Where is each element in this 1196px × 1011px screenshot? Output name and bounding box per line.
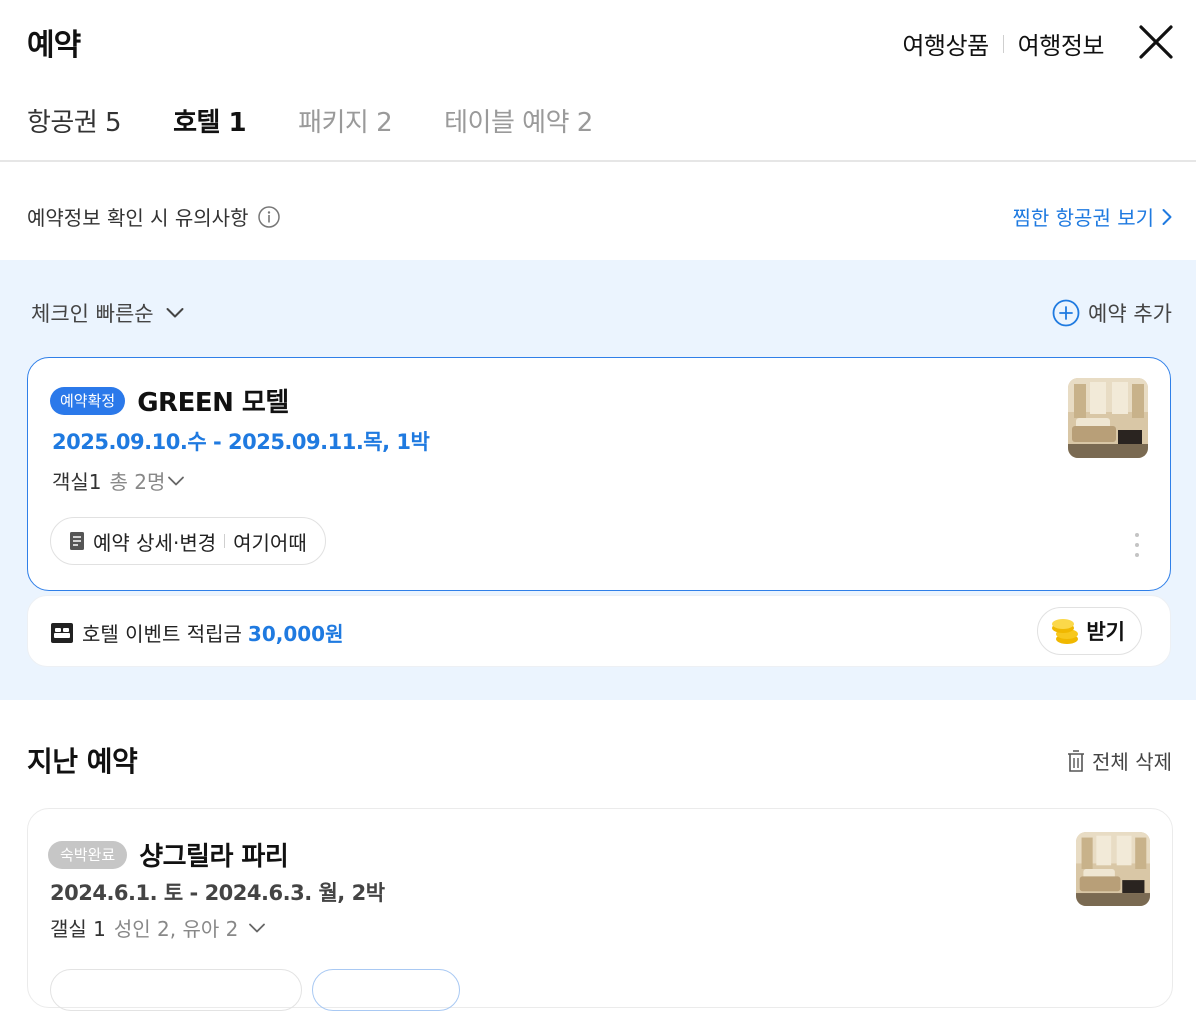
receive-reward-button[interactable]: 받기 xyxy=(1037,607,1142,655)
reservation-notice[interactable]: 예약정보 확인 시 유의사항 xyxy=(27,202,281,231)
sort-dropdown[interactable]: 체크인 빠른순 xyxy=(31,298,184,328)
tab-bar: 항공권 5 호텔 1 패키지 2 테이블 예약 2 xyxy=(27,102,645,139)
wishlist-flights-link[interactable]: 찜한 항공권 보기 xyxy=(1012,202,1172,231)
notice-text: 예약정보 확인 시 유의사항 xyxy=(27,206,249,230)
chevron-down-icon xyxy=(166,308,184,318)
guest-count: 총 2명 xyxy=(109,470,166,494)
chevron-right-icon xyxy=(1162,208,1172,225)
provider-label: 여기어때 xyxy=(233,530,307,555)
stay-dates: 2025.09.10.수 - 2025.09.11.목, 1박 xyxy=(52,430,430,454)
tab-packages[interactable]: 패키지 2 xyxy=(298,102,393,139)
reservation-detail-button[interactable]: 예약 상세·변경 여기어때 xyxy=(50,517,326,565)
hotel-thumbnail xyxy=(1068,378,1148,458)
travel-products-link[interactable]: 여행상품 xyxy=(902,26,989,61)
more-vertical-icon[interactable] xyxy=(1132,530,1142,560)
tab-divider xyxy=(0,160,1196,162)
travel-info-link[interactable]: 여행정보 xyxy=(1018,26,1105,61)
hotel-event-card: 호텔 이벤트 적립금 30,000원 받기 xyxy=(27,595,1171,667)
past-action-button[interactable] xyxy=(312,969,460,1011)
add-reservation-label: 예약 추가 xyxy=(1088,302,1172,326)
chevron-down-icon xyxy=(249,923,266,932)
delete-all-button[interactable]: 전체 삭제 xyxy=(1066,746,1172,775)
nav-divider xyxy=(1002,34,1004,53)
hotel-bed-icon xyxy=(51,622,73,643)
plus-circle-icon xyxy=(1052,299,1080,327)
hotel-name: 샹그릴라 파리 xyxy=(139,842,289,872)
page-title: 예약 xyxy=(27,28,81,63)
detail-label: 예약 상세·변경 xyxy=(93,530,217,555)
past-reservation-card[interactable]: 숙박완료 샹그릴라 파리 2024.6.1. 토 - 2024.6.3. 월, … xyxy=(27,808,1173,1011)
info-icon[interactable] xyxy=(258,205,281,228)
tab-table-reservation[interactable]: 테이블 예약 2 xyxy=(444,102,593,139)
document-icon xyxy=(70,532,84,550)
reservation-card[interactable]: 예약확정 GREEN 모텔 2025.09.10.수 - 2025.09.11.… xyxy=(27,357,1171,591)
event-info: 호텔 이벤트 적립금 30,000원 xyxy=(50,618,344,647)
sort-label: 체크인 빠른순 xyxy=(31,302,154,326)
delete-all-label: 전체 삭제 xyxy=(1092,750,1172,774)
hotel-thumbnail xyxy=(1076,832,1150,906)
guest-summary[interactable]: 객실1 총 2명 xyxy=(52,466,185,495)
past-reservations-title: 지난 예약 xyxy=(27,745,138,778)
chevron-down-icon xyxy=(168,476,185,485)
top-nav: 여행상품 여행정보 xyxy=(902,26,1104,61)
past-detail-button[interactable] xyxy=(50,969,302,1011)
close-icon[interactable] xyxy=(1138,24,1174,60)
room-count: 객실1 xyxy=(52,470,102,494)
room-count: 갤실 1 xyxy=(50,917,106,941)
status-badge: 숙박완료 xyxy=(48,840,128,869)
add-reservation-button[interactable]: 예약 추가 xyxy=(1052,298,1172,328)
event-text: 호텔 이벤트 적립금 xyxy=(82,622,242,646)
coins-icon xyxy=(1052,619,1079,644)
stay-dates: 2024.6.1. 토 - 2024.6.3. 월, 2박 xyxy=(50,881,385,905)
event-amount: 30,000원 xyxy=(247,622,344,646)
tab-hotels[interactable]: 호텔 1 xyxy=(173,102,246,139)
guest-summary[interactable]: 갤실 1 성인 2, 유아 2 xyxy=(50,913,266,942)
trash-icon xyxy=(1068,749,1085,772)
tab-flights[interactable]: 항공권 5 xyxy=(27,102,122,139)
guest-count: 성인 2, 유아 2 xyxy=(113,917,239,941)
pill-divider xyxy=(224,534,226,548)
receive-label: 받기 xyxy=(1086,620,1125,644)
hotel-name: GREEN 모텔 xyxy=(137,388,289,418)
status-badge: 예약확정 xyxy=(50,386,126,415)
wishlist-link-label: 찜한 항공권 보기 xyxy=(1012,206,1154,230)
